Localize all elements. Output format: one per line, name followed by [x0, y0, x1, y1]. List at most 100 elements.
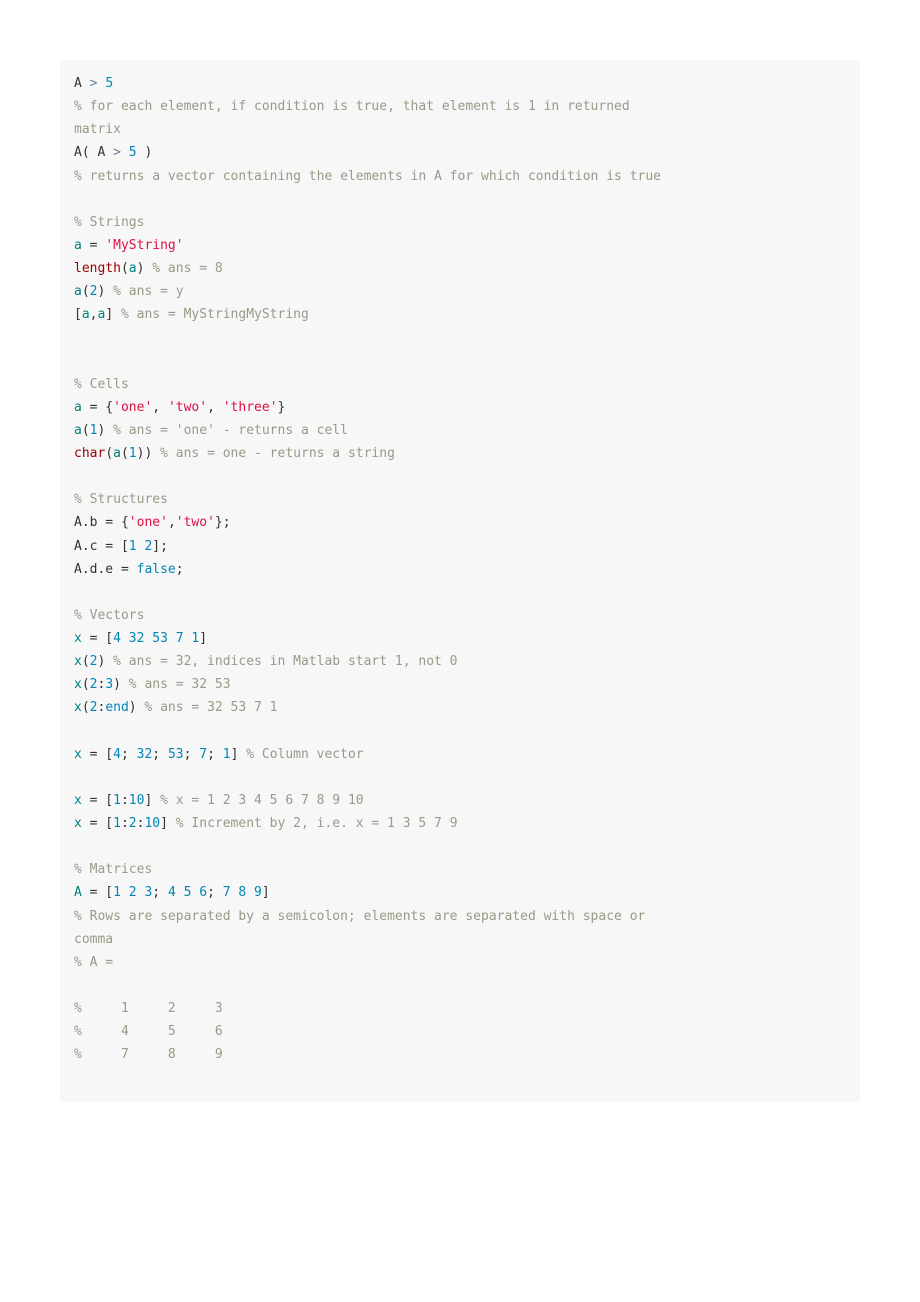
code-token [121, 885, 129, 900]
code-token: % ans = 32, indices in Matlab start 1, n… [113, 654, 457, 669]
code-token: % ans = 32 53 [129, 677, 231, 692]
code-token: % 7 8 9 [74, 1047, 223, 1062]
code-token: char [74, 446, 105, 461]
code-token [121, 145, 129, 160]
code-token: % A = [74, 955, 113, 970]
code-token: 3 [105, 677, 113, 692]
code-token: = [ [82, 793, 113, 808]
code-token: % Vectors [74, 608, 144, 623]
code-token: % x = 1 2 3 4 5 6 7 8 9 10 [160, 793, 364, 808]
code-token: ( [82, 700, 90, 715]
code-token: 2 [129, 816, 137, 831]
code-token: ; [207, 747, 223, 762]
code-token: 'two' [176, 515, 215, 530]
code-token: % Increment by 2, i.e. x = 1 3 5 7 9 [176, 816, 458, 831]
code-token: ] [144, 793, 160, 808]
code-token: length [74, 261, 121, 276]
code-token: 6 [199, 885, 207, 900]
code-token: A.c = [ [74, 539, 129, 554]
code-token: 'three' [223, 400, 278, 415]
code-token: % 1 2 3 [74, 1001, 223, 1016]
code-token: 7 [176, 631, 184, 646]
code-token: x [74, 677, 82, 692]
code-token: % Matrices [74, 862, 152, 877]
code-token: a [74, 400, 82, 415]
code-token: x [74, 816, 82, 831]
code-line: x = [4; 32; 53; 7; 1] % Column vector [74, 747, 364, 762]
code-token: ) [129, 700, 145, 715]
code-token: ( [82, 654, 90, 669]
code-line: % Cells [74, 377, 129, 392]
code-token: ( [82, 284, 90, 299]
code-token: ( [82, 677, 90, 692]
code-line: % 1 2 3 [74, 1001, 223, 1016]
code-token: 9 [254, 885, 262, 900]
code-token: x [74, 747, 82, 762]
code-line: A.d.e = false; [74, 562, 184, 577]
code-token: % Structures [74, 492, 168, 507]
code-line: % Vectors [74, 608, 144, 623]
code-line: % Rows are separated by a semicolon; ele… [74, 909, 645, 924]
code-token: 1 [113, 885, 121, 900]
code-token: % ans = one - returns a string [160, 446, 395, 461]
code-token: ] [199, 631, 207, 646]
code-token: 10 [144, 816, 160, 831]
code-token: ( [82, 423, 90, 438]
code-token: 1 [113, 793, 121, 808]
code-token: a [129, 261, 137, 276]
code-token: x [74, 793, 82, 808]
code-block: A > 5 % for each element, if condition i… [60, 60, 860, 1102]
code-token: end [105, 700, 128, 715]
code-token: ] [160, 816, 176, 831]
code-token: A.b = { [74, 515, 129, 530]
code-token: = { [82, 400, 113, 415]
code-token: 4 [168, 885, 176, 900]
code-token: x [74, 654, 82, 669]
code-token: % Column vector [246, 747, 363, 762]
code-token: 'MyString' [105, 238, 183, 253]
code-token: A [74, 885, 82, 900]
code-token: = [82, 238, 105, 253]
code-token: [ [74, 307, 82, 322]
code-token: ] [262, 885, 270, 900]
code-token: } [278, 400, 286, 415]
code-token: 10 [129, 793, 145, 808]
code-token: ( [105, 446, 113, 461]
code-token: 32 [137, 747, 153, 762]
code-token: ) [97, 284, 113, 299]
code-token: A( A [74, 145, 113, 160]
code-line: x = [1:10] % x = 1 2 3 4 5 6 7 8 9 10 [74, 793, 364, 808]
code-line: A.c = [1 2]; [74, 539, 168, 554]
code-token: ( [121, 261, 129, 276]
code-token: a [74, 423, 82, 438]
code-token: ) [113, 677, 129, 692]
code-line: A > 5 [74, 76, 113, 91]
code-token: 4 [113, 747, 121, 762]
code-token: 4 [113, 631, 121, 646]
code-line: % Strings [74, 215, 144, 230]
code-token: % ans = 8 [152, 261, 222, 276]
code-token: % ans = 'one' - returns a cell [113, 423, 348, 438]
code-token: a [74, 284, 82, 299]
code-token: , [207, 400, 223, 415]
code-token: 2 [129, 885, 137, 900]
code-token: ; [152, 885, 168, 900]
code-token: A [74, 76, 90, 91]
code-token: ; [184, 747, 200, 762]
code-token: ] [231, 747, 247, 762]
code-line: % for each element, if condition is true… [74, 99, 630, 114]
code-line: a = {'one', 'two', 'three'} [74, 400, 285, 415]
code-token: x [74, 631, 82, 646]
code-token: a [113, 446, 121, 461]
code-token: ) [137, 261, 153, 276]
code-token: % Cells [74, 377, 129, 392]
code-line: x(2:end) % ans = 32 53 7 1 [74, 700, 278, 715]
code-line: % 4 5 6 [74, 1024, 223, 1039]
code-token [176, 885, 184, 900]
code-token: a [74, 238, 82, 253]
code-token: % for each element, if condition is true… [74, 99, 630, 114]
code-token: ) [137, 145, 153, 160]
code-token: comma [74, 932, 113, 947]
code-line: char(a(1)) % ans = one - returns a strin… [74, 446, 395, 461]
code-token: 7 [223, 885, 231, 900]
